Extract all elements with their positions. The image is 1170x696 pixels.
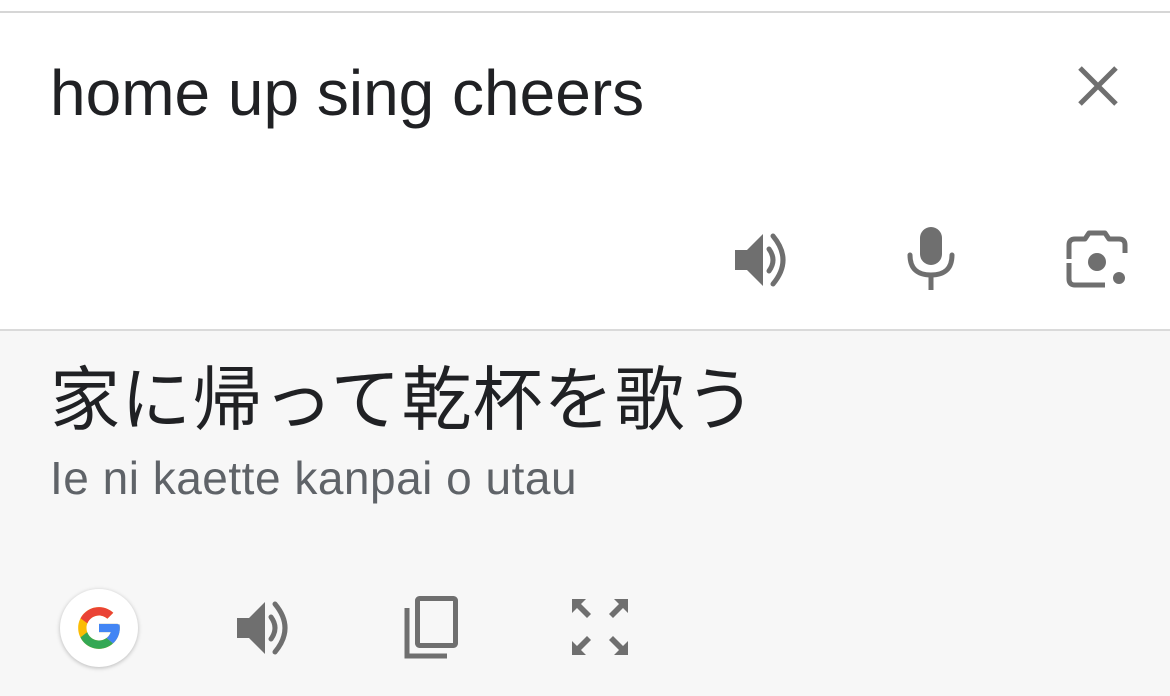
source-panel: home up sing cheers (0, 13, 1170, 329)
romanization-text: Ie ni kaette kanpai o utau (50, 452, 578, 504)
microphone-icon (907, 227, 955, 290)
clear-button[interactable] (1070, 58, 1126, 114)
translation-text: 家に帰って乾杯を歌う (50, 361, 757, 439)
source-text-input[interactable]: home up sing cheers (50, 61, 644, 125)
speaker-icon (735, 233, 786, 287)
google-logo (60, 589, 138, 667)
google-g-icon (78, 607, 120, 649)
camera-translate-button[interactable] (1062, 225, 1132, 295)
expand-icon (572, 599, 628, 655)
result-panel: 家に帰って乾杯を歌う Ie ni kaette kanpai o utau (0, 331, 1170, 696)
listen-source-button[interactable] (728, 225, 798, 295)
camera-icon (1066, 230, 1128, 288)
copy-icon (404, 596, 458, 659)
voice-input-button[interactable] (896, 223, 966, 293)
listen-translation-button[interactable] (230, 593, 300, 663)
translate-card: home up sing cheers 家に帰って乾杯を歌う Ie ni kae… (0, 0, 1170, 696)
copy-button[interactable] (396, 591, 466, 663)
fullscreen-button[interactable] (566, 593, 634, 661)
close-icon (1078, 66, 1118, 106)
speaker-icon (237, 601, 288, 655)
